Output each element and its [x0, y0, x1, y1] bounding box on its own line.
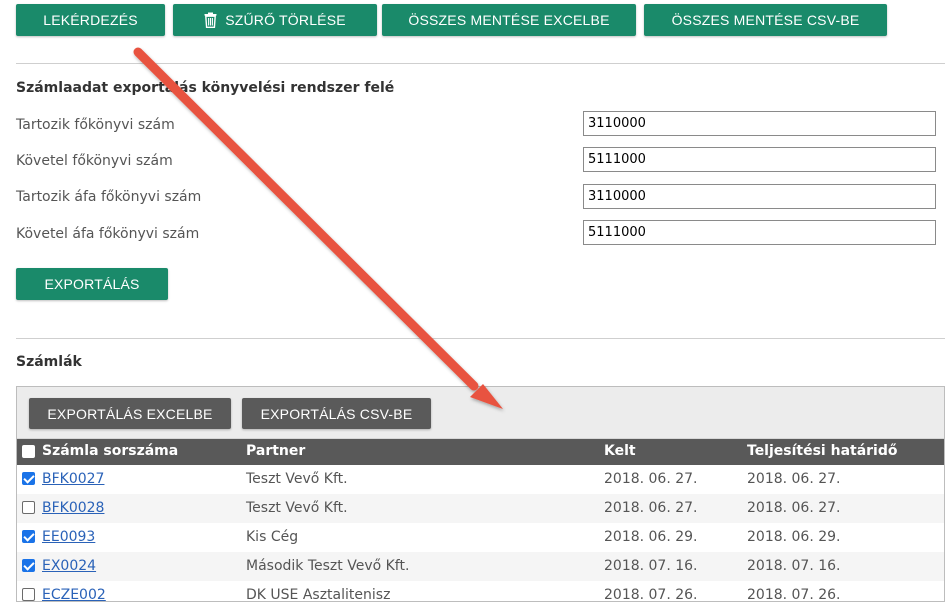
row-checkbox[interactable]: [22, 588, 35, 601]
clear-filter-button[interactable]: SZŰRŐ TÖRLÉSE: [173, 4, 377, 36]
date-cell: 2018. 06. 29.: [604, 529, 698, 545]
row-checkbox[interactable]: [22, 530, 35, 543]
table-row: EX0024 Második Teszt Vevő Kft. 2018. 07.…: [17, 552, 944, 581]
invoices-section-title: Számlák: [16, 354, 82, 370]
debit-account-label: Tartozik főkönyvi szám: [16, 117, 175, 133]
due-cell: 2018. 07. 26.: [747, 587, 841, 602]
row-checkbox[interactable]: [22, 472, 35, 485]
invoices-panel: EXPORTÁLÁS EXCELBE EXPORTÁLÁS CSV-BE Szá…: [16, 386, 945, 602]
due-cell: 2018. 07. 16.: [747, 558, 841, 574]
save-all-excel-button[interactable]: ÖSSZES MENTÉSE EXCELBE: [382, 4, 636, 36]
row-checkbox[interactable]: [22, 501, 35, 514]
export-excel-label: EXPORTÁLÁS EXCELBE: [47, 405, 213, 422]
query-button[interactable]: LEKÉRDEZÉS: [16, 4, 165, 36]
query-button-label: LEKÉRDEZÉS: [43, 12, 138, 28]
debit-vat-account-input[interactable]: [583, 184, 936, 209]
invoice-number-link[interactable]: BFK0028: [42, 500, 104, 516]
credit-account-input[interactable]: [583, 147, 936, 172]
save-all-csv-label: ÖSSZES MENTÉSE CSV-BE: [671, 12, 860, 28]
table-row: ECZE002 DK USE Asztalitenisz 2018. 07. 2…: [17, 581, 944, 602]
partner-cell: Második Teszt Vevő Kft.: [246, 558, 410, 574]
date-cell: 2018. 07. 26.: [604, 587, 698, 602]
table-header: Számla sorszáma Partner Kelt Teljesítési…: [17, 439, 944, 465]
column-header-number[interactable]: Számla sorszáma: [42, 443, 178, 459]
debit-vat-account-label: Tartozik áfa főkönyvi szám: [16, 189, 202, 205]
table-row: BFK0028 Teszt Vevő Kft. 2018. 06. 27. 20…: [17, 494, 944, 523]
export-csv-label: EXPORTÁLÁS CSV-BE: [260, 405, 413, 422]
divider: [16, 63, 945, 64]
invoice-number-link[interactable]: ECZE002: [42, 587, 106, 601]
export-button[interactable]: EXPORTÁLÁS: [16, 268, 168, 300]
export-excel-button[interactable]: EXPORTÁLÁS EXCELBE: [29, 398, 231, 429]
credit-account-label: Követel főkönyvi szám: [16, 153, 173, 169]
partner-cell: Teszt Vevő Kft.: [246, 471, 348, 487]
invoice-number-link[interactable]: BFK0027: [42, 471, 104, 487]
due-cell: 2018. 06. 29.: [747, 529, 841, 545]
export-section-title: Számlaadat exportálás könyvelési rendsze…: [16, 80, 395, 96]
export-button-label: EXPORTÁLÁS: [44, 276, 140, 292]
partner-cell: Kis Cég: [246, 529, 299, 545]
table-row: EE0093 Kis Cég 2018. 06. 29. 2018. 06. 2…: [17, 523, 944, 552]
column-header-date[interactable]: Kelt: [604, 443, 636, 459]
date-cell: 2018. 07. 16.: [604, 558, 698, 574]
date-cell: 2018. 06. 27.: [604, 471, 698, 487]
clear-filter-button-label: SZŰRŐ TÖRLÉSE: [225, 12, 346, 28]
table-row: BFK0027 Teszt Vevő Kft. 2018. 06. 27. 20…: [17, 465, 944, 494]
save-all-excel-label: ÖSSZES MENTÉSE EXCELBE: [408, 12, 610, 28]
row-checkbox[interactable]: [22, 559, 35, 572]
due-cell: 2018. 06. 27.: [747, 471, 841, 487]
column-header-due[interactable]: Teljesítési határidő: [747, 443, 898, 459]
export-csv-button[interactable]: EXPORTÁLÁS CSV-BE: [242, 398, 431, 429]
invoice-number-link[interactable]: EE0093: [42, 529, 95, 545]
divider: [16, 338, 945, 339]
invoices-toolbar: EXPORTÁLÁS EXCELBE EXPORTÁLÁS CSV-BE: [17, 387, 944, 439]
credit-vat-account-label: Követel áfa főkönyvi szám: [16, 226, 200, 242]
invoice-number-link[interactable]: EX0024: [42, 558, 96, 574]
due-cell: 2018. 06. 27.: [747, 500, 841, 516]
save-all-csv-button[interactable]: ÖSSZES MENTÉSE CSV-BE: [644, 4, 887, 36]
column-header-partner[interactable]: Partner: [246, 443, 305, 459]
partner-cell: DK USE Asztalitenisz: [246, 587, 391, 602]
credit-vat-account-input[interactable]: [583, 220, 936, 245]
select-all-checkbox[interactable]: [22, 445, 35, 458]
trash-icon: [204, 12, 217, 28]
debit-account-input[interactable]: [583, 111, 936, 136]
date-cell: 2018. 06. 27.: [604, 500, 698, 516]
partner-cell: Teszt Vevő Kft.: [246, 500, 348, 516]
